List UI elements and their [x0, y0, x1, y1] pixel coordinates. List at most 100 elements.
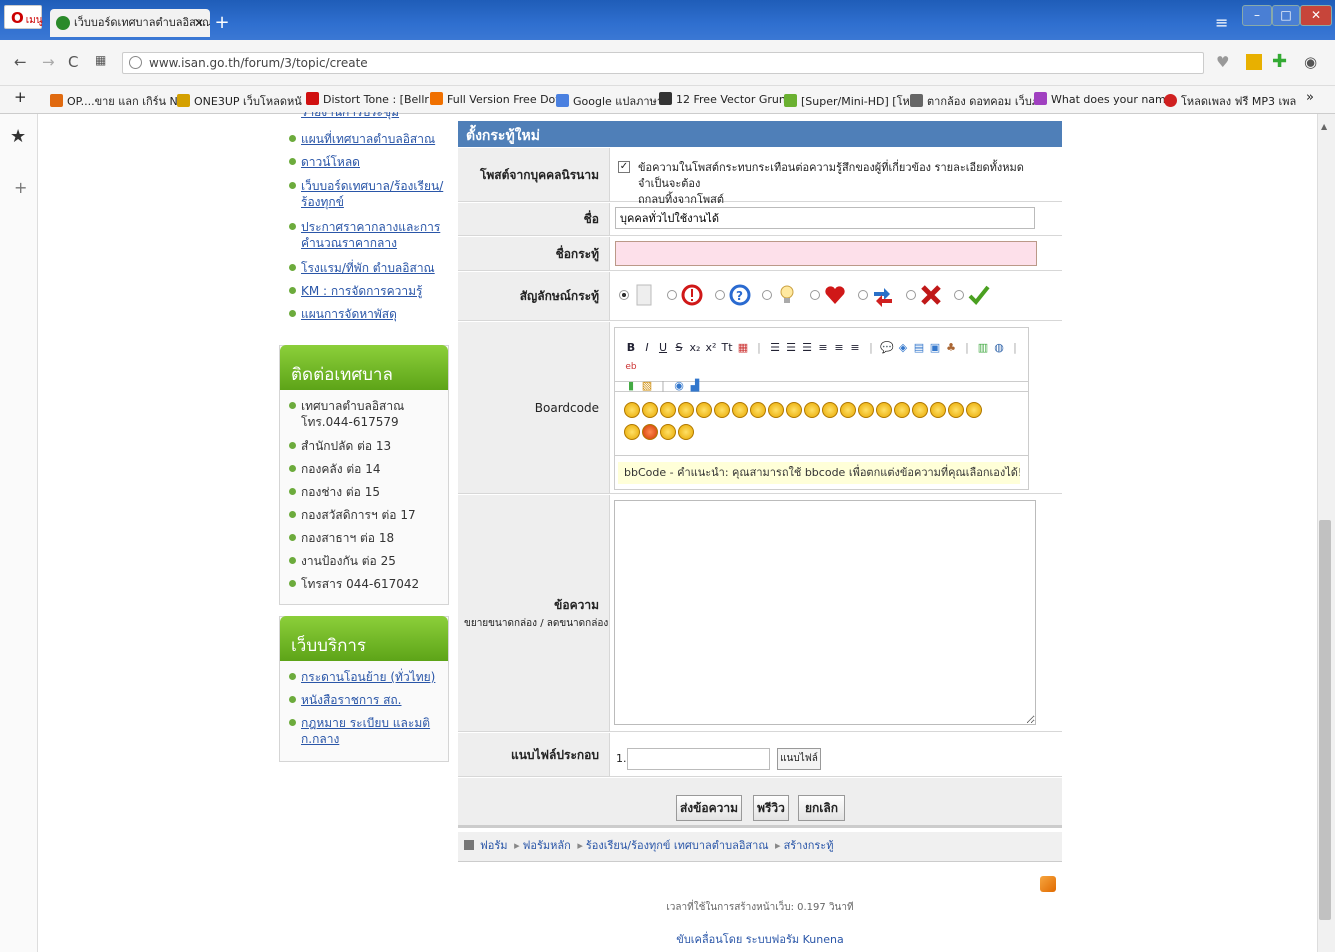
bookmark-item[interactable]: [Super/Mini-HD] [โหล [784, 92, 917, 110]
scroll-up-icon[interactable]: ▲ [1321, 122, 1327, 131]
smiley-icon[interactable] [966, 401, 982, 418]
topic-icon-radio[interactable] [905, 290, 916, 300]
bookmark-item[interactable]: โหลดเพลง ฟรี MP3 เพล [1164, 92, 1296, 110]
attach-file-button[interactable]: แนบไฟล์ [777, 748, 821, 770]
subscript-icon[interactable]: x₂ [688, 341, 702, 355]
color-icon[interactable]: ▦ [736, 341, 750, 355]
topic-icon-radio[interactable] [810, 290, 821, 300]
bookmark-item[interactable]: Full Version Free Dov [430, 92, 562, 106]
sidebar-add-icon[interactable]: + [14, 178, 27, 197]
back-icon[interactable]: ← [14, 53, 27, 71]
browser-tab[interactable]: เว็บบอร์ดเทศบาลตำบลอิสาณ ✕ [50, 9, 210, 37]
breadcrumb-item[interactable]: ฟอรัมหลัก [523, 839, 571, 852]
topic-icon-radio[interactable] [666, 290, 677, 300]
smiley-icon[interactable] [678, 423, 694, 440]
speed-dial-icon[interactable]: ▦ [95, 53, 106, 67]
more-bookmarks-icon[interactable]: » [1306, 90, 1314, 105]
address-bar[interactable]: www.isan.go.th/forum/3/topic/create [122, 52, 1204, 74]
ebay-icon[interactable]: eb [624, 360, 638, 374]
link-icon[interactable]: ◍ [992, 341, 1006, 355]
bookmark-item[interactable]: ONE3UP เว็บโหลดหนั [177, 92, 302, 110]
unordered-list-icon[interactable]: ☰ [768, 341, 782, 355]
left-menu-item[interactable]: แผนที่เทศบาลตำบลอิสาณ [289, 131, 451, 147]
poll-icon[interactable]: ▟ [688, 379, 702, 393]
smiley-icon[interactable] [714, 401, 730, 418]
smiley-icon[interactable] [822, 401, 838, 418]
smiley-icon[interactable] [840, 401, 856, 418]
site-info-icon[interactable] [129, 56, 142, 69]
star-icon[interactable]: ★ [10, 126, 26, 147]
left-menu-item[interactable]: แผนการจัดหาพัสดุ [289, 306, 451, 322]
opera-menu-button[interactable]: O เมนู [4, 5, 43, 29]
anonymous-checkbox[interactable]: ✓ [618, 161, 630, 173]
left-menu-item[interactable]: ประกาศราคากลางและการ คำนวณราคากลาง [289, 219, 451, 251]
smiley-icon[interactable] [876, 401, 892, 418]
smiley-panel[interactable] [615, 392, 1028, 456]
left-menu-item[interactable]: เว็บบอร์ดเทศบาล/ร้องเรียน/ร้องทุกข์ [289, 178, 451, 210]
bookmark-item[interactable]: OP....ขาย แลก เกิร์น Ni [50, 92, 181, 110]
list-item-icon[interactable]: ☰ [800, 341, 814, 355]
scrollbar-thumb[interactable] [1319, 520, 1331, 920]
service-item[interactable]: กฎหมาย ระเบียบ และมติ ก.กลาง [289, 715, 451, 747]
plus-extension-icon[interactable]: ✚ [1272, 51, 1287, 72]
topic-icon-radio[interactable] [858, 290, 869, 300]
bookmark-item[interactable]: Distort Tone : [Bellr Ti [306, 92, 442, 106]
help-icon[interactable]: ◉ [672, 379, 686, 393]
code-icon[interactable]: ◈ [896, 341, 910, 355]
expand-box-link[interactable]: ขยายขนาดกล่อง / [464, 618, 544, 629]
smiley-icon[interactable] [930, 401, 946, 418]
devil-smiley-icon[interactable] [642, 423, 658, 440]
italic-icon[interactable]: I [640, 341, 654, 355]
align-right-icon[interactable]: ≡ [848, 341, 862, 355]
bookmark-item[interactable]: Google แปลภาษา [556, 92, 663, 110]
smiley-icon[interactable] [858, 401, 874, 418]
left-menu-item[interactable]: KM : การจัดการความรู้ [289, 283, 451, 299]
smiley-icon[interactable] [696, 401, 712, 418]
maximize-button[interactable]: □ [1272, 5, 1300, 26]
underline-icon[interactable]: U [656, 341, 670, 355]
shrink-box-link[interactable]: ลดขนาดกล่อง [547, 618, 608, 629]
new-tab-icon[interactable]: + [212, 14, 232, 34]
bookmark-item[interactable]: 12 Free Vector Grung [659, 92, 793, 106]
breadcrumb-item[interactable]: สร้างกระทู้ [784, 839, 834, 852]
reload-icon[interactable]: C [68, 53, 78, 71]
bold-icon[interactable]: B [624, 341, 638, 355]
align-left-icon[interactable]: ≡ [816, 341, 830, 355]
topic-icon-radio[interactable] [953, 290, 964, 300]
forward-icon[interactable]: → [42, 53, 55, 71]
breadcrumb-item[interactable]: ฟอรัม [480, 839, 508, 852]
tab-close-icon[interactable]: ✕ [194, 9, 204, 37]
smiley-icon[interactable] [912, 401, 928, 418]
topic-icon-radio[interactable] [619, 290, 629, 300]
left-menu-item[interactable]: โรงแรม/ที่พัก ตำบลอิสาณ [289, 260, 451, 276]
table-icon[interactable]: ▤ [912, 341, 926, 355]
bookmark-item[interactable]: ตากล้อง ดอทคอม เว็บภ [910, 92, 1039, 110]
smiley-icon[interactable] [678, 401, 694, 418]
close-window-button[interactable]: ✕ [1300, 5, 1332, 26]
smiley-icon[interactable] [948, 401, 964, 418]
extension-icon[interactable] [1246, 54, 1262, 70]
smiley-icon[interactable] [894, 401, 910, 418]
attachment-file-input[interactable] [627, 748, 770, 770]
map-icon[interactable]: ▧ [640, 379, 654, 393]
powered-by-link[interactable]: ขับเคลื่อนโดย ระบบฟอรัม Kunena [458, 930, 1062, 948]
cancel-button[interactable]: ยกเลิก [798, 795, 845, 821]
superscript-icon[interactable]: x² [704, 341, 718, 355]
add-bookmark-icon[interactable]: + [14, 88, 27, 106]
left-menu-cut-item[interactable]: รายงานการประชุม [301, 112, 451, 120]
strike-icon[interactable]: S [672, 341, 686, 355]
hide-icon[interactable]: ♣ [944, 341, 958, 355]
smiley-icon[interactable] [660, 423, 676, 440]
heart-icon[interactable]: ♥ [1216, 53, 1229, 71]
breadcrumb-item[interactable]: ร้องเรียน/ร้องทุกข์ เทศบาลตำบลอิสาณ [586, 839, 769, 852]
topic-icon-radio[interactable] [714, 290, 725, 300]
submit-button[interactable]: ส่งข้อความ [676, 795, 742, 821]
name-input[interactable] [615, 207, 1035, 229]
service-item[interactable]: หนังสือราชการ สถ. [289, 692, 451, 708]
minimize-button[interactable]: – [1242, 5, 1272, 26]
align-center-icon[interactable]: ≡ [832, 341, 846, 355]
left-menu-item[interactable]: ดาวน์โหลด [289, 154, 451, 170]
preview-button[interactable]: พรีวิว [753, 795, 789, 821]
font-size-icon[interactable]: Tt [720, 341, 734, 355]
rss-icon[interactable] [1040, 876, 1056, 892]
